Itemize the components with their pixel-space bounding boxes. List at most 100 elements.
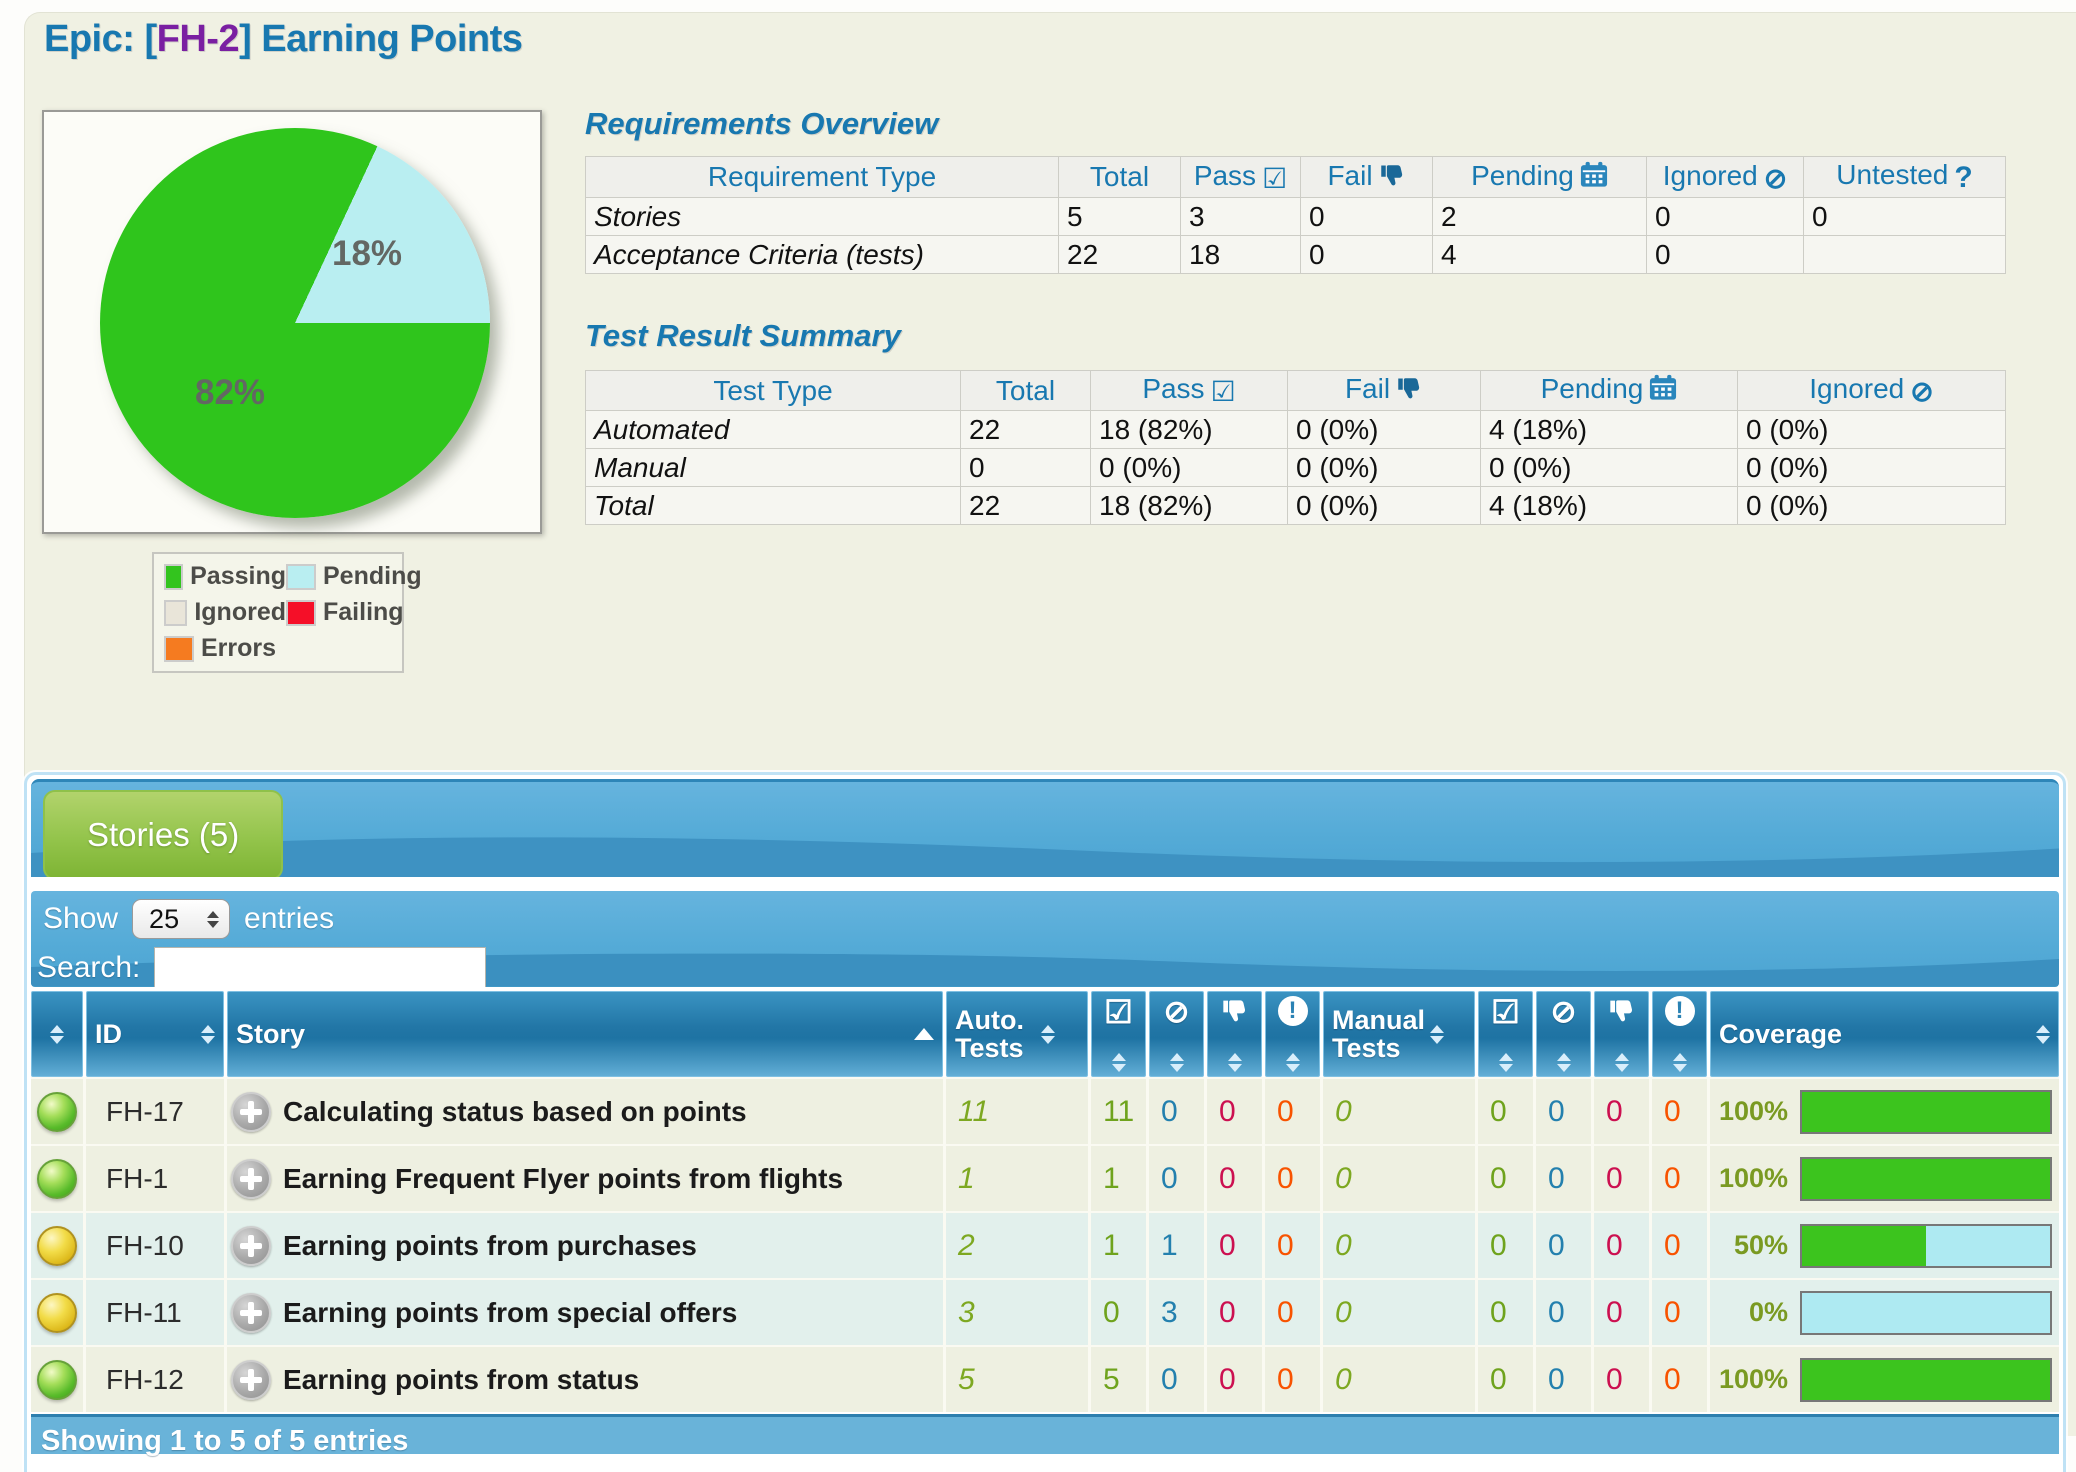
- select-arrows-icon: [207, 911, 219, 928]
- req-untested-cell: 0: [1803, 197, 2006, 236]
- chart-legend: Passing Pending Ignored Failing Errors: [152, 552, 422, 673]
- auto-fail-count: 0: [1207, 1347, 1262, 1412]
- requirements-row-acceptance-criteria: Acceptance Criteria (tests) 22 18 0 4 0: [585, 235, 2006, 274]
- header-manual-pass-column[interactable]: ☑: [1478, 991, 1533, 1077]
- expand-plus-icon[interactable]: [231, 1091, 271, 1132]
- expand-plus-icon[interactable]: [231, 1225, 271, 1266]
- failing-swatch-icon: [286, 599, 316, 626]
- auto-error-count: 0: [1265, 1146, 1320, 1211]
- header-auto-error-column[interactable]: !: [1265, 991, 1320, 1077]
- story-id: FH-11: [86, 1280, 224, 1345]
- auto-fail-count: 0: [1207, 1146, 1262, 1211]
- search-input[interactable]: [154, 947, 487, 987]
- expand-plus-icon[interactable]: [231, 1158, 271, 1199]
- status-ball-icon: [37, 1158, 77, 1199]
- sum-ignored-cell: 0 (0%): [1737, 486, 2006, 525]
- req-type-cell: Stories: [585, 197, 1059, 236]
- manual-error-count: 0: [1652, 1213, 1707, 1278]
- auto-skipped-count: 1: [1149, 1213, 1204, 1278]
- expand-plus-icon[interactable]: [231, 1359, 271, 1400]
- coverage-bar: [1800, 1290, 2052, 1335]
- story-id: FH-10: [86, 1213, 224, 1278]
- coverage-bar: [1800, 1223, 2052, 1268]
- sum-total-cell: 0: [960, 448, 1091, 487]
- header-manual-error-column[interactable]: !: [1652, 991, 1707, 1077]
- table-info-bar: Showing 1 to 5 of 5 entries: [31, 1414, 2059, 1457]
- auto-pass-count: 11: [1091, 1079, 1146, 1144]
- req-ignored-cell: 0: [1646, 235, 1804, 274]
- header-manual-skipped-column[interactable]: ⊘: [1536, 991, 1591, 1077]
- col-pass: Pass ☑: [1090, 370, 1288, 411]
- page-title-pre: Epic: [: [44, 18, 157, 60]
- req-untested-cell: [1803, 235, 2006, 274]
- table-row: FH-10 Earning points from purchases 2 1 …: [31, 1213, 2059, 1278]
- header-auto-skipped-column[interactable]: ⊘: [1149, 991, 1204, 1077]
- pie-label-passing: 82%: [195, 373, 266, 412]
- tab-stories[interactable]: Stories (5): [43, 790, 284, 877]
- header-story-column[interactable]: Story: [227, 991, 943, 1077]
- pending-calendar-icon: [1649, 374, 1677, 408]
- col-total: Total: [1058, 156, 1181, 198]
- header-manual-tests-column[interactable]: Manual Tests: [1323, 991, 1475, 1077]
- header-auto-tests-column[interactable]: Auto. Tests: [946, 991, 1088, 1077]
- pass-checkbox-icon: ☑: [1104, 994, 1133, 1030]
- header-auto-fail-column[interactable]: [1207, 991, 1262, 1077]
- summary-row-manual: Manual 0 0 (0%) 0 (0%) 0 (0%) 0 (0%): [585, 448, 2006, 487]
- header-status-column[interactable]: [31, 991, 83, 1077]
- requirements-row-stories: Stories 5 3 0 2 0 0: [585, 197, 2006, 236]
- auto-pass-count: 1: [1091, 1146, 1146, 1211]
- header-manual-fail-column[interactable]: [1594, 991, 1649, 1077]
- sum-pending-cell: 0 (0%): [1480, 448, 1738, 487]
- sum-type-cell: Manual: [585, 448, 961, 487]
- sort-asc-icon: [914, 1028, 934, 1040]
- status-ball-icon: [37, 1225, 77, 1266]
- req-fail-cell: 0: [1300, 197, 1433, 236]
- auto-pass-count: 1: [1091, 1213, 1146, 1278]
- expand-plus-icon[interactable]: [231, 1292, 271, 1333]
- col-ignored: Ignored ⊘: [1646, 156, 1804, 198]
- pending-swatch-icon: [286, 563, 316, 590]
- results-pie-chart: 82% 18%: [100, 128, 490, 518]
- legend-label: Ignored: [194, 598, 286, 626]
- errors-swatch-icon: [164, 635, 194, 662]
- col-ignored: Ignored ⊘: [1737, 370, 2006, 411]
- auto-tests-total: 11: [946, 1079, 1088, 1144]
- manual-fail-count: 0: [1594, 1347, 1649, 1412]
- coverage-bar-fill: [1802, 1091, 2050, 1132]
- banner-wave-decoration: [31, 837, 2059, 877]
- legend-label: Failing: [323, 598, 404, 626]
- ignored-no-entry-icon: ⊘: [1763, 162, 1788, 194]
- auto-error-count: 0: [1265, 1347, 1320, 1412]
- pending-calendar-icon: [1580, 161, 1608, 195]
- coverage-percent: 100%: [1718, 1096, 1788, 1126]
- sum-pending-cell: 4 (18%): [1480, 410, 1738, 449]
- page-title-post: ] Earning Points: [239, 18, 523, 60]
- header-auto-pass-column[interactable]: ☑: [1091, 991, 1146, 1077]
- passing-swatch-icon: [164, 563, 184, 590]
- story-id: FH-12: [86, 1347, 224, 1412]
- skipped-no-entry-icon: ⊘: [1163, 994, 1190, 1029]
- col-total: Total: [960, 370, 1091, 411]
- sum-pending-cell: 4 (18%): [1480, 486, 1738, 525]
- col-fail: Fail: [1300, 156, 1433, 198]
- auto-fail-count: 0: [1207, 1213, 1262, 1278]
- col-untested: Untested?: [1803, 156, 2006, 198]
- coverage-bar-fill: [1802, 1359, 2050, 1400]
- search-control: Search:: [37, 947, 487, 987]
- story-title: Earning points from special offers: [283, 1296, 738, 1328]
- auto-error-count: 0: [1265, 1079, 1320, 1144]
- page-size-select[interactable]: 25: [132, 899, 231, 939]
- auto-error-count: 0: [1265, 1213, 1320, 1278]
- col-requirement-type: Requirement Type: [585, 156, 1059, 198]
- error-exclamation-icon: !: [1664, 996, 1695, 1026]
- auto-fail-count: 0: [1207, 1280, 1262, 1345]
- manual-pass-count: 0: [1478, 1213, 1533, 1278]
- manual-fail-count: 0: [1594, 1213, 1649, 1278]
- summary-row-total: Total 22 18 (82%) 0 (0%) 4 (18%) 0 (0%): [585, 486, 2006, 525]
- header-coverage-column[interactable]: Coverage: [1710, 991, 2059, 1077]
- test-result-summary-table: Test Type Total Pass ☑ Fail Pending Ignor…: [585, 370, 2006, 525]
- manual-error-count: 0: [1652, 1347, 1707, 1412]
- sort-icon: [1170, 1053, 1184, 1072]
- header-id-column[interactable]: ID: [86, 991, 224, 1077]
- sort-icon: [1041, 1025, 1055, 1044]
